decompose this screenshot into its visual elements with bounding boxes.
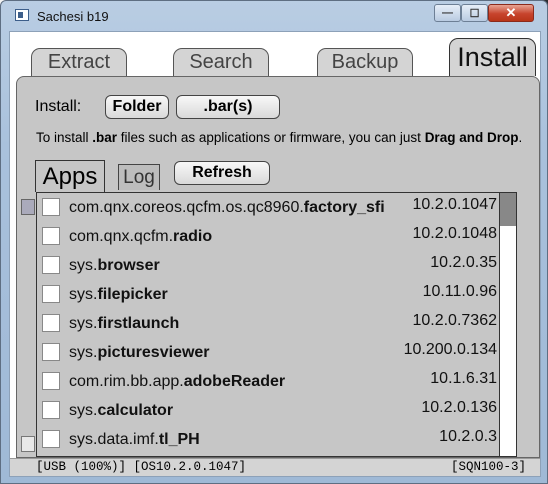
- app-checkbox[interactable]: [42, 227, 60, 245]
- app-package: sys.firstlaunch: [69, 315, 387, 333]
- client-area: Extract Search Backup Install Install: F…: [9, 31, 541, 477]
- app-version: 10.1.6.31: [430, 370, 497, 387]
- close-icon: ✕: [505, 5, 517, 20]
- apps-list: com.qnx.coreos.qcfm.os.qc8960.factory_sf…: [36, 192, 517, 457]
- app-package-name: picturesviewer: [97, 344, 210, 361]
- app-version: 10.2.0.7362: [412, 312, 497, 329]
- app-package-name: filepicker: [97, 286, 168, 303]
- maximize-button[interactable]: ☐: [461, 4, 488, 22]
- close-button[interactable]: ✕: [488, 4, 534, 22]
- folder-button[interactable]: Folder: [105, 95, 169, 119]
- status-bar: [USB (100%)] [OS10.2.0.1047] [SQN100-3]: [10, 458, 540, 476]
- minimize-button[interactable]: —: [434, 4, 461, 22]
- tab-search[interactable]: Search: [173, 48, 269, 76]
- list-item[interactable]: sys.browser 10.2.0.35: [37, 251, 499, 280]
- app-package: sys.calculator: [69, 402, 387, 420]
- vertical-scrollbar[interactable]: [499, 193, 516, 456]
- hint-text-3: .: [518, 130, 523, 145]
- app-package-name: browser: [97, 257, 160, 274]
- app-package-name: calculator: [97, 402, 174, 419]
- list-item[interactable]: sys.picturesviewer 10.200.0.134: [37, 338, 499, 367]
- app-package: com.qnx.coreos.qcfm.os.qc8960.factory_sf…: [69, 199, 387, 217]
- app-package-name: firstlaunch: [97, 315, 180, 332]
- app-icon: [15, 9, 29, 21]
- hint-bold-1: .bar: [92, 130, 118, 145]
- app-version: 10.2.0.35: [430, 254, 497, 271]
- app-window: Sachesi b19 — ☐ ✕ Extract Search Backup …: [0, 0, 548, 484]
- list-item[interactable]: sys.data.imf.tl_PH 10.2.0.3: [37, 425, 499, 454]
- hint-text-2: files such as applications or firmware, …: [117, 130, 425, 145]
- status-right: [SQN100-3]: [450, 460, 526, 474]
- maximize-icon: ☐: [469, 7, 480, 20]
- app-version: 10.2.0.1048: [412, 225, 497, 242]
- subtab-apps[interactable]: Apps: [35, 160, 105, 192]
- tab-install[interactable]: Install: [449, 38, 536, 76]
- status-left: [USB (100%)] [OS10.2.0.1047]: [36, 460, 247, 474]
- minimize-icon: —: [442, 7, 453, 19]
- bars-button[interactable]: .bar(s): [176, 95, 280, 119]
- list-item[interactable]: sys.filepicker 10.11.0.96: [37, 280, 499, 309]
- app-package-prefix: com.qnx.qcfm.: [69, 228, 174, 245]
- app-checkbox[interactable]: [42, 343, 60, 361]
- app-checkbox[interactable]: [42, 256, 60, 274]
- list-item[interactable]: com.rim.bb.app.adobeReader 10.1.6.31: [37, 367, 499, 396]
- app-version: 10.200.0.134: [403, 341, 497, 358]
- window-title: Sachesi b19: [37, 9, 109, 24]
- app-checkbox[interactable]: [42, 401, 60, 419]
- app-version: 10.2.0.3: [439, 428, 497, 445]
- tab-backup[interactable]: Backup: [317, 48, 413, 76]
- app-package-prefix: sys.data.imf.: [69, 431, 159, 448]
- scrollbar-thumb[interactable]: [500, 193, 516, 226]
- title-bar: Sachesi b19 — ☐ ✕: [1, 1, 547, 31]
- app-checkbox[interactable]: [42, 198, 60, 216]
- app-checkbox[interactable]: [42, 372, 60, 390]
- list-item[interactable]: sys.firstlaunch 10.2.0.7362: [37, 309, 499, 338]
- app-version: 10.2.0.1047: [412, 196, 497, 213]
- app-package: com.qnx.qcfm.radio: [69, 228, 387, 246]
- app-package: sys.filepicker: [69, 286, 387, 304]
- app-package-name: tl_PH: [158, 431, 200, 448]
- refresh-button[interactable]: Refresh: [174, 161, 270, 185]
- subtab-log[interactable]: Log: [118, 164, 160, 190]
- tab-extract[interactable]: Extract: [31, 48, 127, 76]
- list-item[interactable]: sys.calculator 10.2.0.136: [37, 396, 499, 425]
- hint-bold-2: Drag and Drop: [424, 130, 519, 145]
- app-version: 10.2.0.136: [421, 399, 497, 416]
- app-package: sys.picturesviewer: [69, 344, 387, 362]
- trash-icon[interactable]: [21, 199, 35, 215]
- app-package-prefix: sys.: [69, 257, 98, 274]
- hint-text-1: To install: [36, 130, 93, 145]
- list-item[interactable]: com.qnx.qcfm.radio 10.2.0.1048: [37, 222, 499, 251]
- app-package: com.rim.bb.app.adobeReader: [69, 373, 387, 391]
- app-package-name: radio: [173, 228, 213, 245]
- install-label: Install:: [35, 98, 82, 115]
- app-package-prefix: sys.: [69, 286, 98, 303]
- app-package-prefix: sys.: [69, 315, 98, 332]
- app-package: sys.data.imf.tl_PH: [69, 431, 387, 449]
- app-package-name: factory_sfi: [303, 199, 385, 216]
- app-package-prefix: com.rim.bb.app.: [69, 373, 184, 390]
- app-version: 10.11.0.96: [422, 283, 497, 300]
- install-hint: To install .bar files such as applicatio…: [36, 130, 522, 145]
- app-checkbox[interactable]: [42, 314, 60, 332]
- app-package-prefix: com.qnx.coreos.qcfm.os.qc8960.: [69, 199, 304, 216]
- list-item[interactable]: com.qnx.coreos.qcfm.os.qc8960.factory_sf…: [37, 193, 499, 222]
- app-package-prefix: sys.: [69, 402, 98, 419]
- app-package: sys.browser: [69, 257, 387, 275]
- app-checkbox[interactable]: [42, 285, 60, 303]
- app-package-prefix: sys.: [69, 344, 98, 361]
- document-icon[interactable]: [21, 436, 35, 452]
- app-package-name: adobeReader: [183, 373, 286, 390]
- app-checkbox[interactable]: [42, 430, 60, 448]
